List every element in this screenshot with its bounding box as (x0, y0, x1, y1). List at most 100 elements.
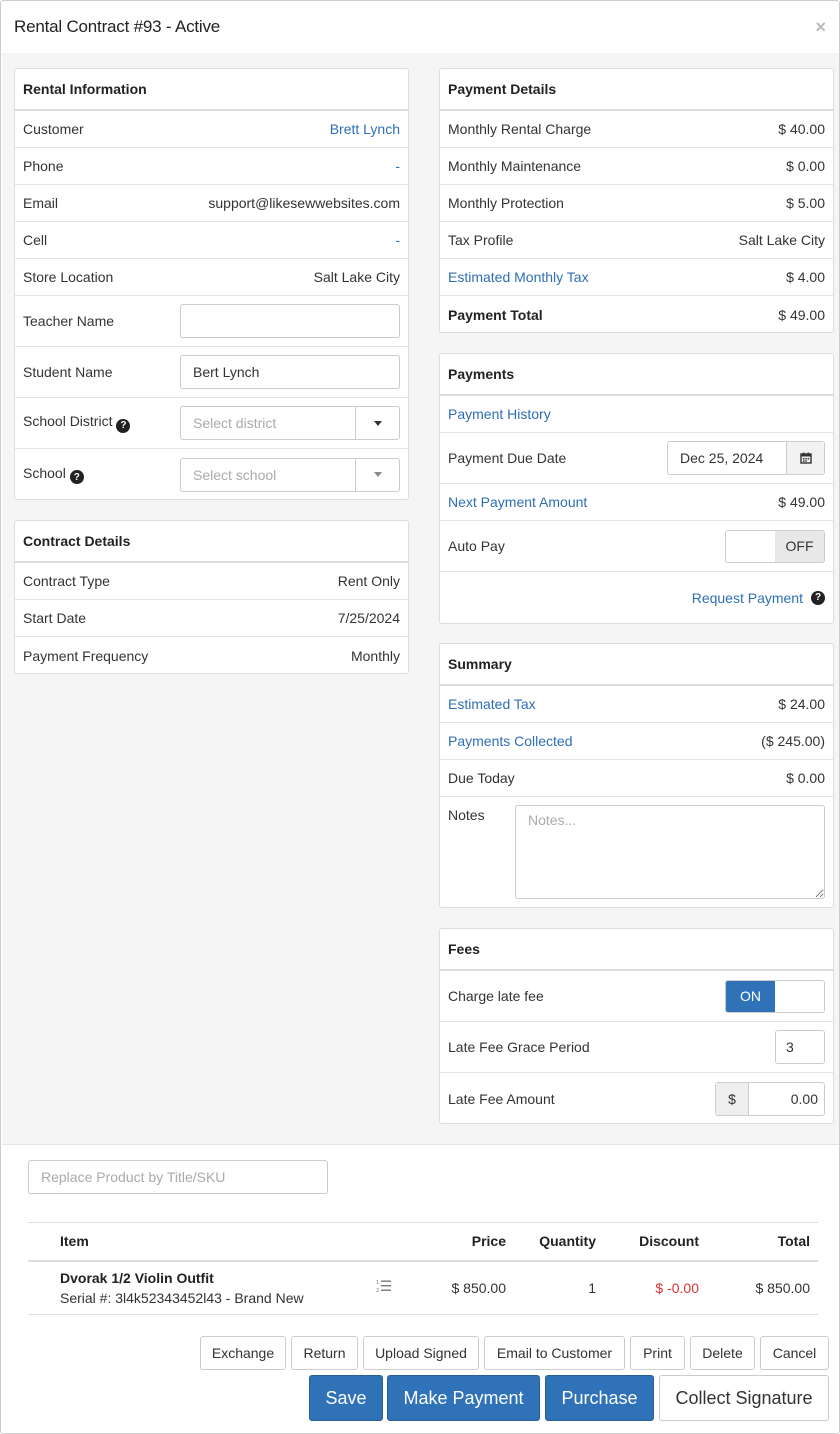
panel-heading: Contract Details (15, 521, 408, 563)
next-payment-row: Next Payment Amount $ 49.00 (440, 484, 833, 521)
payment-due-date-input[interactable]: Dec 25, 2024 (667, 441, 825, 475)
customer-link[interactable]: Brett Lynch (330, 121, 400, 137)
monthly-rental-charge-value: $ 40.00 (778, 121, 825, 137)
item-cell: Dvorak 1/2 Violin Outfit Serial #: 3l4k5… (52, 1260, 364, 1315)
help-icon[interactable]: ? (811, 590, 825, 605)
estimated-tax-link[interactable]: Estimated Tax (448, 696, 536, 712)
phone-label: Phone (23, 158, 64, 174)
start-date-row: Start Date 7/25/2024 (15, 600, 408, 637)
calendar-icon[interactable] (786, 442, 824, 474)
help-icon[interactable]: ? (116, 418, 131, 433)
phone-row: Phone - (15, 148, 408, 185)
payment-detail-row: Monthly Maintenance $ 0.00 (440, 148, 833, 185)
modal-title: Rental Contract #93 - Active (14, 17, 221, 36)
estimated-monthly-tax-value: $ 4.00 (786, 269, 825, 285)
currency-addon: $ (716, 1082, 749, 1115)
price-cell: $ 850.00 (404, 1260, 514, 1315)
list-numbered-icon[interactable]: 12 (364, 1260, 404, 1315)
chevron-down-icon[interactable] (355, 407, 399, 439)
payment-detail-row: Monthly Protection $ 5.00 (440, 185, 833, 222)
summary-panel: Summary Estimated Tax $ 24.00 Payments C… (439, 643, 834, 908)
next-payment-amount-link[interactable]: Next Payment Amount (448, 494, 587, 510)
cell-value[interactable]: - (395, 232, 400, 248)
close-icon[interactable]: × (815, 17, 826, 38)
return-button[interactable]: Return (291, 1336, 358, 1370)
student-name-input[interactable]: Bert Lynch (180, 355, 400, 389)
spacer-cell (28, 1222, 52, 1262)
monthly-protection-value: $ 5.00 (786, 195, 825, 211)
upload-signed-button[interactable]: Upload Signed (363, 1336, 479, 1370)
exchange-button[interactable]: Exchange (200, 1336, 286, 1370)
notes-textarea[interactable] (515, 805, 825, 899)
product-serial: Serial #: 3l4k52343452l43 - Brand New (60, 1289, 304, 1306)
charge-late-fee-state: ON (726, 980, 775, 1012)
estimated-monthly-tax-link[interactable]: Estimated Monthly Tax (448, 269, 589, 285)
school-row: School? Select school (15, 449, 408, 500)
estimated-tax-row: Estimated Tax $ 24.00 (440, 686, 833, 723)
panel-heading: Payments (440, 354, 833, 396)
late-fee-amount-value: 0.00 (790, 1090, 818, 1107)
rental-information-panel: Rental Information Customer Brett Lynch … (14, 68, 409, 500)
school-select[interactable]: Select school (180, 457, 400, 492)
total-cell: $ 850.00 (707, 1260, 818, 1315)
contract-type-value: Rent Only (337, 573, 400, 589)
tax-profile-label: Tax Profile (448, 232, 514, 248)
column-header-quantity: Quantity (514, 1222, 604, 1262)
print-button[interactable]: Print (630, 1336, 685, 1370)
payments-collected-link[interactable]: Payments Collected (448, 733, 573, 749)
purchase-button[interactable]: Purchase (545, 1375, 654, 1421)
payment-history-link[interactable]: Payment History (448, 406, 551, 422)
customer-label: Customer (23, 121, 84, 137)
payments-panel: Payments Payment History Payment Due Dat… (439, 353, 834, 624)
replace-product-placeholder: Replace Product by Title/SKU (41, 1169, 226, 1185)
phone-value[interactable]: - (395, 158, 400, 174)
save-button[interactable]: Save (309, 1375, 383, 1421)
auto-pay-toggle[interactable]: OFF (725, 529, 825, 563)
make-payment-button[interactable]: Make Payment (387, 1375, 540, 1421)
request-payment-link[interactable]: Request Payment (692, 590, 803, 606)
spacer-cell (28, 1260, 52, 1315)
school-district-row: School District? Select district (15, 398, 408, 449)
payment-total-label: Payment Total (448, 306, 543, 323)
table-row[interactable]: Dvorak 1/2 Violin Outfit Serial #: 3l4k5… (28, 1260, 818, 1315)
cell-label: Cell (23, 232, 48, 248)
payment-detail-row: Estimated Monthly Tax $ 4.00 (440, 259, 833, 296)
next-payment-amount-value: $ 49.00 (778, 494, 825, 510)
monthly-maintenance-value: $ 0.00 (786, 158, 825, 174)
payment-detail-row: Monthly Rental Charge $ 40.00 (440, 111, 833, 148)
charge-late-fee-toggle[interactable]: ON (725, 979, 825, 1013)
email-to-customer-button[interactable]: Email to Customer (484, 1336, 625, 1370)
school-district-label-wrap: School District? (23, 413, 131, 433)
school-district-select[interactable]: Select district (180, 406, 400, 440)
discount-cell[interactable]: $ -0.00 (604, 1260, 707, 1315)
quantity-cell: 1 (514, 1260, 604, 1315)
grace-period-label: Late Fee Grace Period (448, 1039, 590, 1055)
store-location-value: Salt Lake City (313, 269, 400, 285)
payments-collected-value: ($ 245.00) (761, 733, 825, 749)
product-section: Replace Product by Title/SKU Item Price … (1, 1145, 839, 1433)
help-icon[interactable]: ? (69, 470, 84, 485)
monthly-rental-charge-label: Monthly Rental Charge (448, 121, 592, 137)
fees-panel: Fees Charge late fee ON Late Fee Grace P… (439, 928, 834, 1124)
panel-heading: Rental Information (15, 69, 408, 111)
column-header-discount: Discount (604, 1222, 707, 1262)
tax-profile-value: Salt Lake City (738, 232, 825, 248)
teacher-name-input[interactable] (180, 304, 400, 338)
student-name-label: Student Name (23, 364, 113, 380)
due-today-label: Due Today (448, 770, 515, 786)
grace-period-input[interactable]: 3 (775, 1030, 825, 1064)
product-title: Dvorak 1/2 Violin Outfit (60, 1269, 214, 1286)
school-label-wrap: School? (23, 465, 84, 485)
column-header-item: Item (52, 1222, 364, 1262)
cancel-button[interactable]: Cancel (760, 1336, 829, 1370)
chevron-down-icon[interactable] (355, 458, 399, 491)
replace-product-search-input[interactable]: Replace Product by Title/SKU (28, 1160, 328, 1194)
payment-frequency-label: Payment Frequency (23, 647, 149, 664)
toggle-handle (775, 980, 824, 1012)
column-header-price: Price (404, 1222, 514, 1262)
collect-signature-button[interactable]: Collect Signature (659, 1375, 829, 1421)
delete-button[interactable]: Delete (690, 1336, 755, 1370)
panel-heading: Fees (440, 929, 833, 971)
modal-body: Rental Information Customer Brett Lynch … (2, 53, 839, 1145)
late-fee-amount-input[interactable]: $ 0.00 (715, 1081, 825, 1116)
